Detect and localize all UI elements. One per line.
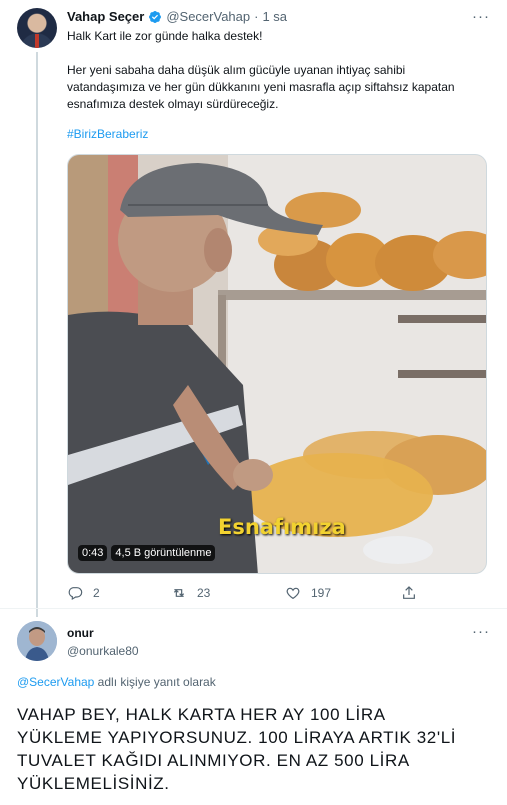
- paragraph-line: vatandaşımıza ve her gün dükkanını yeni …: [67, 80, 455, 94]
- retweet-count: 23: [197, 586, 211, 600]
- avatar-image: [17, 621, 57, 661]
- separator-dot: ·: [254, 9, 259, 24]
- divider: [0, 608, 507, 609]
- reply-icon: [68, 587, 83, 601]
- paragraph-line: esnafımıza destek olmayı sürdüreceğiz.: [67, 97, 279, 111]
- video-player[interactable]: Esnafımıza 0:43 4,5 B görüntülenme: [67, 154, 487, 574]
- avatar[interactable]: [17, 8, 57, 48]
- reply-handle-link[interactable]: @SecerVahap: [17, 675, 94, 689]
- author-handle[interactable]: @onurkale80: [67, 644, 139, 658]
- video-meta: 0:43 4,5 B görüntülenme: [78, 545, 216, 561]
- tweet-text-line: VAHAP BEY, HALK KARTA HER AY 100 LİRA: [17, 705, 386, 724]
- tweet-text-line: YÜKLEMELİSİNİZ.: [17, 774, 170, 793]
- video-view-count: 4,5 B görüntülenme: [111, 545, 216, 561]
- like-button[interactable]: 197: [285, 585, 401, 601]
- verified-badge-icon: [149, 10, 162, 23]
- share-button[interactable]: [401, 585, 417, 601]
- reply-count: 2: [93, 586, 100, 600]
- tweet-header: Vahap Seçer @SecerVahap · 1 sa: [67, 9, 287, 24]
- tweet-paragraph: Her yeni sabaha daha düşük alım gücüyle …: [67, 62, 487, 113]
- author-name[interactable]: onur: [67, 626, 139, 640]
- hashtag-link[interactable]: #BirizBeraberiz: [67, 126, 487, 143]
- more-options-icon[interactable]: ···: [472, 8, 490, 25]
- tweet-header: onur @onurkale80: [67, 626, 139, 658]
- thread-line: [36, 52, 38, 617]
- more-options-icon[interactable]: ···: [472, 623, 490, 640]
- tweet-text: VAHAP BEY, HALK KARTA HER AY 100 LİRA YÜ…: [17, 703, 487, 795]
- video-duration: 0:43: [78, 545, 108, 561]
- tweet-text-line: TUVALET KAĞIDI ALINMIYOR. EN AZ 500 LİRA: [17, 751, 410, 770]
- author-name[interactable]: Vahap Seçer: [67, 9, 144, 24]
- retweet-button[interactable]: 23: [171, 585, 285, 601]
- heart-icon: [286, 587, 300, 600]
- video-caption: Esnafımıza: [218, 515, 346, 539]
- author-handle[interactable]: @SecerVahap: [166, 9, 250, 24]
- video-frame: [68, 155, 486, 573]
- tweet-text-line: Halk Kart ile zor günde halka destek!: [67, 29, 263, 43]
- share-icon: [403, 586, 415, 599]
- timestamp[interactable]: 1 sa: [262, 9, 287, 24]
- replying-to: @SecerVahap adlı kişiye yanıt olarak: [17, 675, 216, 689]
- like-count: 197: [311, 586, 332, 600]
- reply-button[interactable]: 2: [67, 585, 171, 601]
- retweet-icon: [173, 589, 185, 597]
- tweet-actions: 2 23 197: [67, 585, 427, 601]
- paragraph-line: Her yeni sabaha daha düşük alım gücüyle …: [67, 63, 406, 77]
- reply-to-text: adlı kişiye yanıt olarak: [94, 675, 216, 689]
- tweet-text-line: YÜKLEME YAPIYORSUNUZ. 100 LİRAYA ARTIK 3…: [17, 728, 457, 747]
- avatar[interactable]: [17, 621, 57, 661]
